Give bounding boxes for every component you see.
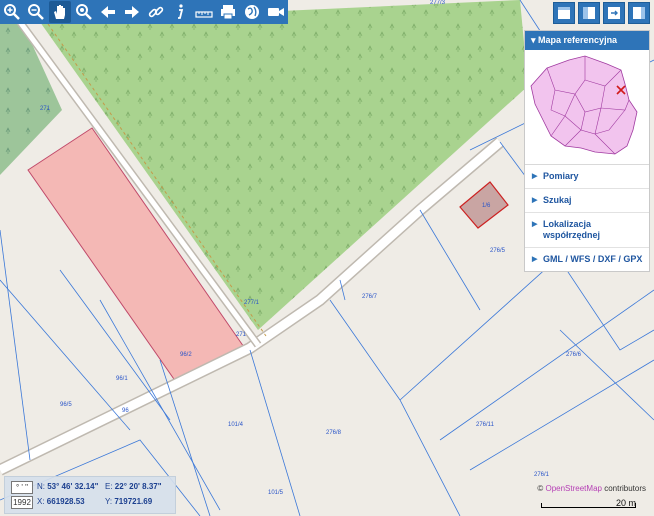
reference-map[interactable] <box>525 50 649 165</box>
expand-arrow-icon: ▶ <box>532 197 538 204</box>
attribution-suffix: contributors <box>601 484 646 493</box>
parcel-number-label: 276/8 <box>326 430 342 436</box>
expand-arrow-icon: ▶ <box>532 256 538 263</box>
parcel-number-label: 276/11 <box>476 422 495 428</box>
n-value: 53° 46' 32.14" <box>47 482 99 491</box>
parcel-number-label: 96/1 <box>116 376 128 382</box>
n-label: N: <box>37 482 45 491</box>
map-attribution: © OpenStreetMap contributors <box>537 484 646 493</box>
expand-arrow-icon: ▶ <box>532 173 538 180</box>
parcel-number-label: 1/6 <box>482 203 491 209</box>
y-value: 719721.69 <box>114 497 153 506</box>
side-panel-toggle-icon[interactable] <box>628 2 650 24</box>
parcel-number-label: 271 <box>40 106 51 112</box>
panel-item-label: Lokalizacja współrzędnej <box>543 219 601 240</box>
pan-hand-icon[interactable] <box>49 1 71 23</box>
scale-bar: 20 m <box>541 498 636 512</box>
parcel-number-label: 96/5 <box>60 402 72 408</box>
parcel-number-label: 276/1 <box>534 472 550 478</box>
parcel-number-label: 276/6 <box>566 352 582 358</box>
parcel-number-label: 276/7 <box>362 294 378 300</box>
coordinates-box: ° ' " 1992 N: 53° 46' 32.14" E: 22° 20' … <box>4 476 176 514</box>
zoom-extent-icon[interactable] <box>73 1 95 23</box>
panel-item-label: GML / WFS / DXF / GPX <box>543 254 643 264</box>
osm-link[interactable]: OpenStreetMap <box>545 484 601 493</box>
coordinate-system-toggle[interactable]: 1992 <box>11 496 33 509</box>
panel-item-coordinate-location[interactable]: ▶ Lokalizacja współrzędnej <box>525 213 649 248</box>
e-label: E: <box>105 482 113 491</box>
parcel-number-label: 96/2 <box>180 352 192 358</box>
export-layout-icon[interactable] <box>603 2 625 24</box>
zoom-in-icon[interactable] <box>1 1 23 23</box>
measure-ruler-icon[interactable] <box>193 1 215 23</box>
scale-label: 20 m <box>615 498 636 508</box>
panel-item-label: Szukaj <box>543 195 572 205</box>
coordinate-format-toggle[interactable]: ° ' " <box>11 481 33 494</box>
parcel-number-label: 101/4 <box>228 422 244 428</box>
forward-arrow-icon[interactable] <box>121 1 143 23</box>
x-label: X: <box>37 497 45 506</box>
layout-icons <box>553 2 650 24</box>
split-layout-icon[interactable] <box>578 2 600 24</box>
panel-item-measurements[interactable]: ▶ Pomiary <box>525 165 649 189</box>
window-layout-icon[interactable] <box>553 2 575 24</box>
parcel-number-label: 96 <box>122 408 129 414</box>
parcel-number-label: 276/5 <box>490 248 506 254</box>
x-value: 661928.53 <box>46 497 85 506</box>
panel-item-search[interactable]: ▶ Szukaj <box>525 189 649 213</box>
expand-arrow-icon: ▶ <box>532 221 538 228</box>
map-toolbar <box>0 0 288 24</box>
link-icon[interactable] <box>145 1 167 23</box>
video-camera-icon[interactable] <box>265 1 287 23</box>
e-value: 22° 20' 8.37" <box>114 482 162 491</box>
reference-map-title: Mapa referencyjna <box>538 35 618 45</box>
parcel-number-label: 271 <box>236 332 247 338</box>
panel-item-export-formats[interactable]: ▶ GML / WFS / DXF / GPX <box>525 248 649 271</box>
reference-map-header[interactable]: ▾ Mapa referencyjna <box>525 31 649 50</box>
info-icon[interactable] <box>169 1 191 23</box>
parcel-number-label: 277/1 <box>244 300 260 306</box>
zoom-out-icon[interactable] <box>25 1 47 23</box>
copyright-symbol: © <box>537 484 544 493</box>
side-panel: ▾ Mapa referencyjna ▶ Pomiary ▶ Szukaj ▶ Lo… <box>524 30 650 272</box>
print-icon[interactable] <box>217 1 239 23</box>
panel-item-label: Pomiary <box>543 171 579 181</box>
parcel-number-label: 277/3 <box>430 0 446 6</box>
y-label: Y: <box>105 497 113 506</box>
parcel-number-label: 101/5 <box>268 490 284 496</box>
globe-icon[interactable] <box>241 1 263 23</box>
back-arrow-icon[interactable] <box>97 1 119 23</box>
